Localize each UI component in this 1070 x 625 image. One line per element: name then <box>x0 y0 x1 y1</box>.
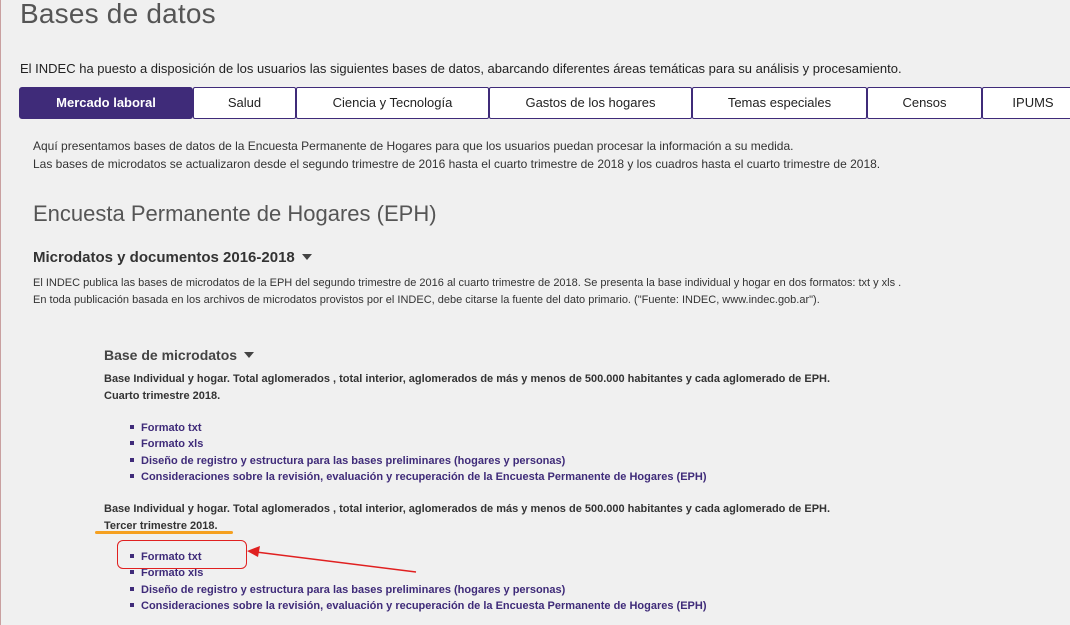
tab-censos[interactable]: Censos <box>867 87 982 119</box>
square-bullet-icon <box>130 457 134 462</box>
list-item: Diseño de registro y estructura para las… <box>130 453 707 469</box>
list-item: Consideraciones sobre la revisión, evalu… <box>130 598 707 614</box>
link-formato-xls[interactable]: Formato xls <box>141 567 203 579</box>
link-formato-txt[interactable]: Formato txt <box>141 422 202 434</box>
subsection-title: Microdatos y documentos 2016-2018 <box>33 249 295 266</box>
category-tabs: Mercado laboral Salud Ciencia y Tecnolog… <box>19 87 1070 119</box>
list-item: Diseño de registro y estructura para las… <box>130 582 707 598</box>
list-item: Formato txt <box>130 420 707 436</box>
block-period: Cuarto trimestre 2018. <box>104 389 221 402</box>
lead-paragraph: Aquí presentamos bases de datos de la En… <box>33 138 913 173</box>
orange-underline-annotation <box>95 531 233 534</box>
square-bullet-icon <box>130 570 134 575</box>
block-description: Base Individual y hogar. Total aglomerad… <box>104 371 894 404</box>
block-desc-text: Base Individual y hogar. Total aglomerad… <box>104 503 831 515</box>
tab-temas-especiales[interactable]: Temas especiales <box>692 87 867 119</box>
subsection-description: El INDEC publica las bases de microdatos… <box>33 277 902 306</box>
block-desc-text: Base Individual y hogar. Total aglomerad… <box>104 373 831 385</box>
left-border <box>0 0 1 625</box>
tab-gastos-hogares[interactable]: Gastos de los hogares <box>489 87 692 119</box>
red-highlight-box-annotation <box>117 540 247 569</box>
lead-line-2: Las bases de microdatos se actualizaron … <box>33 156 881 171</box>
intro-text: El INDEC ha puesto a disposición de los … <box>20 61 902 76</box>
link-consideraciones[interactable]: Consideraciones sobre la revisión, evalu… <box>141 600 707 612</box>
base-microdatos-toggle[interactable]: Base de microdatos <box>104 347 255 363</box>
link-diseno-registro[interactable]: Diseño de registro y estructura para las… <box>141 584 565 596</box>
list-item: Consideraciones sobre la revisión, evalu… <box>130 469 707 485</box>
square-bullet-icon <box>130 602 134 607</box>
base-microdatos-heading: Base de microdatos <box>104 347 238 363</box>
square-bullet-icon <box>130 473 134 478</box>
microdatos-2016-2018-toggle[interactable]: Microdatos y documentos 2016-2018 <box>33 249 312 266</box>
caret-down-icon <box>301 254 312 260</box>
square-bullet-icon <box>130 425 134 429</box>
tab-ciencia-tecnologia[interactable]: Ciencia y Tecnología <box>296 87 489 119</box>
caret-down-icon <box>244 352 255 358</box>
link-formato-xls[interactable]: Formato xls <box>141 438 203 450</box>
tab-ipums[interactable]: IPUMS <box>982 87 1070 119</box>
link-consideraciones[interactable]: Consideraciones sobre la revisión, evalu… <box>141 471 707 483</box>
link-diseno-registro[interactable]: Diseño de registro y estructura para las… <box>141 455 565 467</box>
tab-salud[interactable]: Salud <box>193 87 296 119</box>
square-bullet-icon <box>130 441 134 446</box>
tab-mercado-laboral[interactable]: Mercado laboral <box>19 87 193 119</box>
square-bullet-icon <box>130 586 134 591</box>
block-description: Base Individual y hogar. Total aglomerad… <box>104 501 894 534</box>
list-item: Formato xls <box>130 436 707 452</box>
lead-line-1: Aquí presentamos bases de datos de la En… <box>33 139 794 153</box>
section-title: Encuesta Permanente de Hogares (EPH) <box>33 201 437 226</box>
page-title: Bases de datos <box>20 0 216 29</box>
download-links-list: Formato txt Formato xls Diseño de regist… <box>130 420 707 485</box>
